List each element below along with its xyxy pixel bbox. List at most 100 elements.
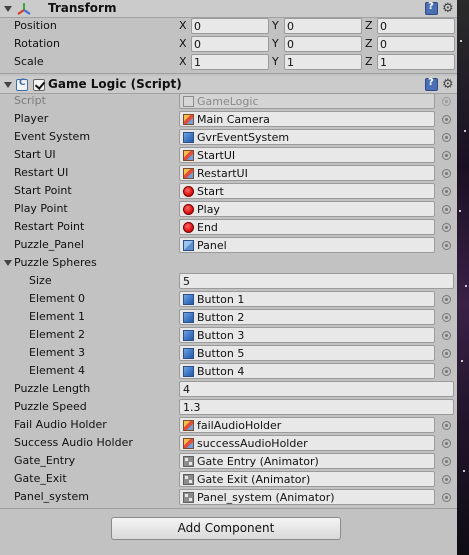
position-x-field[interactable]: 0 <box>191 18 269 34</box>
field-label: Panel_system <box>14 490 89 503</box>
object-picker-icon[interactable] <box>442 169 451 178</box>
gate-exit-object-field[interactable]: Gate Exit (Animator) <box>179 471 435 487</box>
object-picker-icon[interactable] <box>442 349 451 358</box>
puzzle-panel-object-field[interactable]: Panel <box>179 237 435 253</box>
cube-icon <box>183 294 194 305</box>
prefab-icon <box>183 420 194 431</box>
help-book-icon[interactable] <box>425 1 438 15</box>
star-decoration <box>464 130 466 132</box>
position-z-field[interactable]: 0 <box>377 18 455 34</box>
gear-icon[interactable]: ⚙ <box>442 2 455 15</box>
rotation-y-field[interactable]: 0 <box>284 36 362 52</box>
field-row: Panel_system Panel_system (Animator) <box>0 488 457 506</box>
gear-icon[interactable]: ⚙ <box>442 78 455 91</box>
position-row: Position X 0 Y 0 Z 0 <box>0 17 457 35</box>
element-2-object-field[interactable]: Button 3 <box>179 327 435 343</box>
field-row: Fail Audio Holder failAudioHolder <box>0 416 457 434</box>
panel-system-object-field[interactable]: Panel_system (Animator) <box>179 489 435 505</box>
object-picker-icon[interactable] <box>442 367 451 376</box>
component-enabled-checkbox[interactable] <box>33 79 45 91</box>
component-divider <box>0 73 457 74</box>
prefab-icon <box>183 114 194 125</box>
field-row: Start UI StartUI <box>0 146 457 164</box>
object-picker-icon[interactable] <box>442 331 451 340</box>
axis-x-label: X <box>179 19 187 32</box>
object-picker-icon[interactable] <box>442 187 451 196</box>
puzzle-length-row: Puzzle Length 4 <box>0 380 457 398</box>
csharp-script-icon <box>16 78 28 91</box>
object-picker-icon[interactable] <box>442 439 451 448</box>
array-size-field[interactable]: 5 <box>179 273 454 289</box>
array-element-row: Element 1 Button 2 <box>0 308 457 326</box>
field-label: Event System <box>14 130 91 143</box>
object-picker-icon[interactable] <box>442 223 451 232</box>
position-label: Position <box>14 19 57 32</box>
cube-icon <box>183 366 194 377</box>
axis-z-label: Z <box>365 19 373 32</box>
event-system-object-field[interactable]: GvrEventSystem <box>179 129 435 145</box>
restart-ui-object-field[interactable]: RestartUI <box>179 165 435 181</box>
element-1-object-field[interactable]: Button 2 <box>179 309 435 325</box>
object-picker-icon[interactable] <box>442 115 451 124</box>
element-0-object-field[interactable]: Button 1 <box>179 291 435 307</box>
script-field: GameLogic <box>179 93 435 109</box>
help-book-icon[interactable] <box>425 77 438 91</box>
play-point-object-field[interactable]: Play <box>179 201 435 217</box>
puzzle-spheres-row[interactable]: Puzzle Spheres <box>0 254 457 272</box>
foldout-arrow-icon[interactable] <box>4 260 12 266</box>
success-audio-holder-object-field[interactable]: successAudioHolder <box>179 435 435 451</box>
object-picker-icon[interactable] <box>442 205 451 214</box>
start-ui-object-field[interactable]: StartUI <box>179 147 435 163</box>
star-decoration <box>461 360 463 362</box>
element-3-object-field[interactable]: Button 5 <box>179 345 435 361</box>
axis-y-label: Y <box>272 37 279 50</box>
array-size-row: Size 5 <box>0 272 457 290</box>
transform-header[interactable]: Transform ⚙ <box>0 0 457 18</box>
puzzle-speed-field[interactable]: 1.3 <box>179 399 454 415</box>
object-picker-icon[interactable] <box>442 133 451 142</box>
panel-icon <box>183 240 194 251</box>
rotation-z-field[interactable]: 0 <box>377 36 455 52</box>
object-picker-icon[interactable] <box>442 313 451 322</box>
foldout-arrow-icon[interactable] <box>4 6 12 12</box>
scale-x-field[interactable]: 1 <box>191 54 269 70</box>
axis-x-label: X <box>179 55 187 68</box>
object-picker-icon[interactable] <box>442 457 451 466</box>
object-picker-icon[interactable] <box>442 241 451 250</box>
fail-audio-holder-object-field[interactable]: failAudioHolder <box>179 417 435 433</box>
field-label: Start UI <box>14 148 56 161</box>
star-decoration <box>460 40 462 42</box>
component-divider <box>0 508 457 509</box>
axis-y-label: Y <box>272 55 279 68</box>
player-object-field[interactable]: Main Camera <box>179 111 435 127</box>
object-picker-icon[interactable] <box>442 475 451 484</box>
restart-point-object-field[interactable]: End <box>179 219 435 235</box>
array-element-row: Element 4 Button 4 <box>0 362 457 380</box>
foldout-arrow-icon[interactable] <box>4 82 12 88</box>
field-label: Puzzle_Panel <box>14 238 84 251</box>
puzzle-length-field[interactable]: 4 <box>179 381 454 397</box>
object-picker-icon[interactable] <box>442 493 451 502</box>
field-row: Start Point Start <box>0 182 457 200</box>
add-component-button[interactable]: Add Component <box>111 517 341 540</box>
start-point-object-field[interactable]: Start <box>179 183 435 199</box>
array-size-label: Size <box>29 274 52 287</box>
field-label: Player <box>14 112 49 125</box>
scale-z-field[interactable]: 1 <box>377 54 455 70</box>
object-picker-icon[interactable] <box>442 295 451 304</box>
puzzle-speed-row: Puzzle Speed 1.3 <box>0 398 457 416</box>
record-icon <box>183 204 194 215</box>
puzzle-spheres-label: Puzzle Spheres <box>14 256 97 269</box>
object-picker-icon[interactable] <box>442 151 451 160</box>
position-y-field[interactable]: 0 <box>284 18 362 34</box>
record-icon <box>183 186 194 197</box>
rotation-x-field[interactable]: 0 <box>191 36 269 52</box>
field-row: Gate_Entry Gate Entry (Animator) <box>0 452 457 470</box>
field-row: Restart UI RestartUI <box>0 164 457 182</box>
field-row: Puzzle_Panel Panel <box>0 236 457 254</box>
prefab-icon <box>183 168 194 179</box>
gate-entry-object-field[interactable]: Gate Entry (Animator) <box>179 453 435 469</box>
scale-y-field[interactable]: 1 <box>284 54 362 70</box>
element-4-object-field[interactable]: Button 4 <box>179 363 435 379</box>
object-picker-icon[interactable] <box>442 421 451 430</box>
